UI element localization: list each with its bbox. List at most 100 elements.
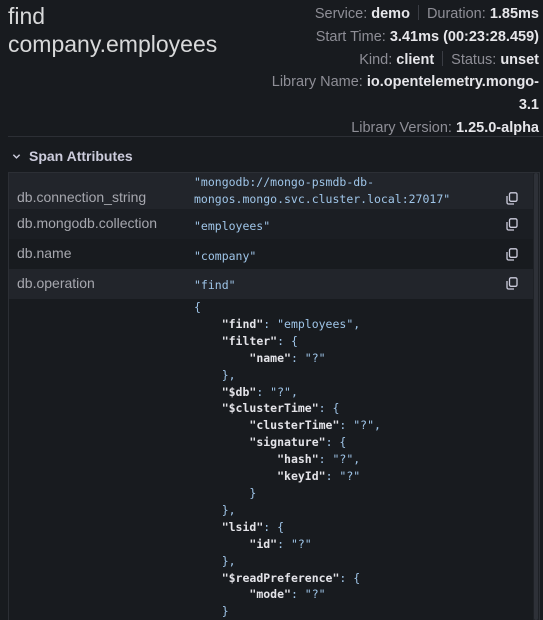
attribute-key: db.connection_string [17,189,147,205]
statement-text: } [249,485,257,500]
status-label: Status: [451,51,497,68]
statement-text: : "?" [325,469,361,484]
statement-line: } [194,485,539,502]
kind-label: Kind: [359,51,393,68]
statement-line: }, [194,367,539,384]
statement-text: : { [339,570,361,585]
start-label: Start Time: [315,28,386,45]
statement-line: }, [194,553,539,570]
libver-value: 1.25.0-alpha [455,119,539,136]
span-attributes-toggle[interactable]: Span Attributes [12,148,133,164]
attribute-value-line: mongos.mongo.svc.cluster.local:27017" [194,191,451,206]
statement-line: "filter": { [194,333,539,350]
statement-text: { [194,300,201,314]
duration-label: Duration: [426,6,486,22]
statement-text: : "?" [290,587,326,602]
statement-text: : "employees", [263,316,361,331]
statement-key: "signature" [249,435,326,450]
statement-key: "keyId" [277,469,326,484]
statement-line: }, [194,502,539,519]
statement-line: "keyId": "?" [194,468,539,485]
statement-line: "id": "?" [194,536,539,553]
kind-value: client [396,51,435,68]
attribute-value: "employees" [194,219,271,233]
statement-line: "mode": "?" [194,586,539,603]
statement-key: "lsid" [221,519,264,534]
statement-line: "find": "employees", [194,316,539,333]
attribute-value: "company" [194,249,257,263]
statement-text: : { [263,519,285,534]
statement-line: "name": "?" [194,350,539,367]
copy-icon[interactable] [506,218,518,231]
service-label: Service: [314,6,368,22]
section-title: Span Attributes [29,148,133,164]
attribute-row-db-name: db.name "company" [9,239,539,269]
libname-label: Library Name: [271,74,363,91]
statement-key: "filter" [221,333,278,348]
statement-text: : "?" [290,350,326,365]
statement-text: }, [221,367,236,382]
statement-key: "hash" [277,452,319,467]
statement-text: }, [221,553,236,568]
statement-value: { "find": "employees", "filter": { "name… [194,299,539,620]
statement-line: "lsid": { [194,519,539,536]
statement-line: "$db": "?", [194,384,539,401]
meta-row-libname-cont: 3.1 [249,94,539,117]
meta-row-start: Start Time: 3.41ms (00:23:28.459) [249,26,539,49]
meta-row-service: Service: demo Duration: 1.85ms [249,3,539,26]
attribute-key [9,299,194,620]
statement-key: "name" [249,350,291,365]
libname-value-1: io.opentelemetry.mongo- [366,74,539,91]
statement-text: : "?", [256,384,298,399]
libver-label: Library Version: [351,119,452,136]
attribute-value: "find" [194,278,236,292]
header-divider [8,136,543,137]
statement-key: "find" [221,316,264,331]
statement-key: "clusterTime" [249,418,340,433]
status-value: unset [500,51,539,68]
statement-line: { [194,299,539,316]
statement-text: } [221,604,229,619]
statement-json: { "find": "employees", "filter": { "name… [194,299,539,620]
statement-key: "$readPreference" [221,570,340,585]
statement-text: : { [325,435,347,450]
libname-value-2: 3.1 [518,97,539,114]
statement-text: : { [277,333,298,348]
statement-key: "id" [249,536,278,551]
attribute-value: "mongodb://mongo-psmdb-db- mongos.mongo.… [194,173,539,209]
meta-row-kind: Kind: client Status: unset [249,49,539,72]
statement-text: : "?", [318,452,361,467]
attribute-row-connection-string: db.connection_string "mongodb://mongo-ps… [9,173,539,209]
span-meta: Service: demo Duration: 1.85ms Start Time… [249,3,539,140]
statement-line: "$readPreference": { [194,570,539,587]
copy-icon[interactable] [506,248,518,261]
duration-value: 1.85ms [489,6,539,22]
attribute-row-statement: { "find": "employees", "filter": { "name… [9,299,539,620]
service-value: demo [371,6,410,22]
copy-icon[interactable] [506,277,518,290]
meta-row-libname: Library Name: io.opentelemetry.mongo- [249,71,539,94]
attributes-table: db.connection_string "mongodb://mongo-ps… [8,172,540,620]
statement-key: "mode" [249,587,291,602]
meta-separator [417,5,419,20]
statement-key: "$clusterTime" [221,401,319,416]
statement-line: "clusterTime": "?", [194,417,539,434]
statement-text: }, [221,502,236,517]
copy-icon[interactable] [506,192,518,205]
span-title: find company.employees [8,2,268,58]
scrollbar-thumb[interactable] [534,173,538,620]
statement-line: "hash": "?", [194,451,539,468]
attribute-row-collection: db.mongodb.collection "employees" [9,209,539,239]
span-operation: find [8,3,46,29]
attribute-row-operation: db.operation "find" [9,269,539,299]
statement-text: : "?", [339,418,381,433]
statement-line: "$clusterTime": { [194,400,539,417]
chevron-down-icon [12,153,21,159]
attribute-key: db.name [17,245,72,261]
statement-key: "$db" [221,384,257,399]
statement-line: } [194,603,539,620]
statement-text: : "?" [277,536,312,551]
meta-separator [442,50,444,66]
attribute-key: db.mongodb.collection [17,215,158,231]
span-collection: company.employees [8,31,218,57]
